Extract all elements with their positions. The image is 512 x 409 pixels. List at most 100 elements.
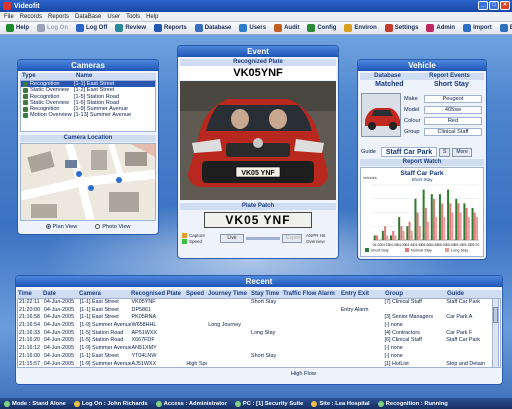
table-cell xyxy=(207,337,250,345)
column-header[interactable]: Group xyxy=(384,290,446,298)
column-header[interactable]: Speed xyxy=(185,290,207,298)
column-header[interactable]: Stay Time xyxy=(250,290,282,298)
vehicle-reference-image xyxy=(361,93,401,137)
photo-view-label: Photo View xyxy=(102,224,131,230)
vehicle-panel: Vehicle Database Report Events Matched S… xyxy=(357,59,487,260)
playback-slider[interactable] xyxy=(246,237,280,240)
chart-bar xyxy=(435,217,438,240)
table-row[interactable]: 21:22:11 04-Jun-2005 [1-1] East Street VK05… xyxy=(18,299,500,307)
photo-view-option[interactable]: Photo View xyxy=(95,223,130,231)
chart-title: Staff Car Park xyxy=(401,170,444,177)
table-cell: Short Stay xyxy=(251,352,277,359)
scroll-thumb[interactable] xyxy=(493,307,498,323)
column-header[interactable]: Guide xyxy=(446,290,501,298)
help-icon xyxy=(6,24,14,32)
table-cell xyxy=(207,314,250,322)
column-header[interactable]: Date xyxy=(42,290,78,298)
toolbar-reports-button[interactable]: Reports xyxy=(150,22,191,34)
column-header[interactable]: Time xyxy=(17,290,42,298)
toolbar-export-button[interactable]: Export xyxy=(496,22,512,34)
chart-bar xyxy=(424,207,427,240)
table-row[interactable]: 21:20:00 04-Jun-2005 [1-1] East Street DP58… xyxy=(18,307,500,315)
camera-list-item[interactable]: Motion Overview [1-13] Summer Avenue xyxy=(21,112,155,118)
table-cell xyxy=(250,345,282,353)
table-cell xyxy=(340,330,384,338)
close-button[interactable]: × xyxy=(500,1,510,10)
toolbar-log-on-button[interactable]: Log On xyxy=(33,22,72,34)
plan-view-option[interactable]: Plan View xyxy=(45,223,78,231)
column-header[interactable]: Traffic Flow Alarm xyxy=(282,290,340,298)
table-row[interactable]: 21:16:54 04-Jun-2005 [1-9] Summer Avenue W6… xyxy=(18,322,500,330)
table-row[interactable]: 21:16:00 04-Jun-2005 [1-1] East Street YT04… xyxy=(18,353,500,361)
export-icon xyxy=(499,24,508,32)
menu-item-tools[interactable]: Tools xyxy=(126,14,140,20)
table-cell: Long Journey xyxy=(208,322,241,329)
menu-item-reports[interactable]: Reports xyxy=(48,14,69,20)
status-indicator-icon xyxy=(311,400,318,407)
table-row[interactable]: 21:15:57 04-Jun-2005 [1-9] Summer Avenue AJ… xyxy=(18,360,500,368)
chart-bar xyxy=(465,207,468,240)
table-cell: 04-Jun-2005 xyxy=(43,314,75,321)
legend-label: Long Stay xyxy=(451,249,468,253)
table-cell xyxy=(207,353,250,361)
menu-item-database[interactable]: DataBase xyxy=(75,14,101,20)
camera-location-map[interactable] xyxy=(20,143,156,221)
menu-item-records[interactable]: Records xyxy=(20,14,42,20)
toolbar-admin-button[interactable]: Admin xyxy=(422,22,459,34)
col-type: Type xyxy=(22,73,36,79)
table-cell xyxy=(340,322,384,330)
toolbar-audit-button[interactable]: Audit xyxy=(270,22,303,34)
table-cell xyxy=(282,361,340,368)
table-cell xyxy=(282,353,340,361)
plan-view-label: Plan View xyxy=(52,224,78,230)
toolbar-review-button[interactable]: Review xyxy=(111,22,150,34)
chart-svg: Staff Car ParkShort Stayvehicles04:20 04:… xyxy=(363,170,479,253)
table-row[interactable]: 21:16:12 04-Jun-2005 [1-9] Summer Avenue AN… xyxy=(18,345,500,353)
table-row[interactable]: 21:16:58 04-Jun-2005 [1-1] East Street PK05… xyxy=(18,314,500,322)
window-title: Videofit xyxy=(14,2,40,10)
users-icon xyxy=(239,24,248,32)
vehicle-field-label: Group xyxy=(404,128,420,135)
table-cell: 04-Jun-2005 xyxy=(43,360,75,367)
table-row[interactable]: 21:16:20 04-Jun-2005 [1-5] Station Road X66… xyxy=(18,337,500,345)
toolbar-users-button[interactable]: Users xyxy=(235,22,270,34)
table-cell: [6] Clinical Staff xyxy=(384,337,422,344)
s-button[interactable]: S xyxy=(439,147,451,157)
menu-item-help[interactable]: Help xyxy=(146,14,158,20)
minimize-button[interactable]: _ xyxy=(478,1,488,10)
toolbar-config-button[interactable]: Config xyxy=(303,22,340,34)
status-text: Mode : Stand Alone xyxy=(12,400,66,407)
camera-location-title: Camera Location xyxy=(20,135,156,142)
toolbar-database-button[interactable]: Database xyxy=(191,22,236,34)
toolbar-help-button[interactable]: Help xyxy=(2,22,33,34)
recent-scrollbar[interactable] xyxy=(492,298,499,368)
toolbar-import-button[interactable]: Import xyxy=(459,22,496,34)
live-button[interactable]: Live xyxy=(220,234,244,243)
column-header[interactable]: Entry Exit Alarm xyxy=(340,290,384,298)
menu-item-file[interactable]: File xyxy=(4,14,14,20)
column-header[interactable]: Journey Time xyxy=(207,290,250,298)
toolbar-settings-button[interactable]: Settings xyxy=(381,22,423,34)
maximize-button[interactable]: □ xyxy=(489,1,499,10)
table-cell xyxy=(282,337,340,345)
table-row[interactable]: 21:16:33 04-Jun-2005 [1-5] Station Road AP5… xyxy=(18,330,500,338)
legend-label: Short Stay xyxy=(371,249,389,253)
vehicle-title: Vehicle xyxy=(358,60,486,71)
table-cell xyxy=(250,314,282,322)
photo-view-radio[interactable] xyxy=(95,224,101,229)
table-cell xyxy=(282,307,340,315)
table-cell: High Speed xyxy=(186,360,207,367)
guide-value: Staff Car Park xyxy=(381,147,437,157)
column-header[interactable]: Recognised Plate xyxy=(130,290,185,298)
chart-bar xyxy=(386,235,389,240)
plan-view-radio[interactable] xyxy=(45,224,51,229)
table-cell: VK05YNF xyxy=(131,299,156,305)
menu-item-user[interactable]: User xyxy=(107,14,120,20)
column-header[interactable]: Camera xyxy=(78,290,130,298)
export-button[interactable]: Export xyxy=(282,234,302,243)
toolbar-environ-button[interactable]: Environ xyxy=(340,22,380,34)
toolbar-log-off-button[interactable]: Log Off xyxy=(72,22,111,34)
cameras-list-header: Type Name xyxy=(20,73,156,80)
more-button[interactable]: More xyxy=(452,147,472,157)
event-capture-image[interactable]: VK05 YNF xyxy=(180,81,336,200)
